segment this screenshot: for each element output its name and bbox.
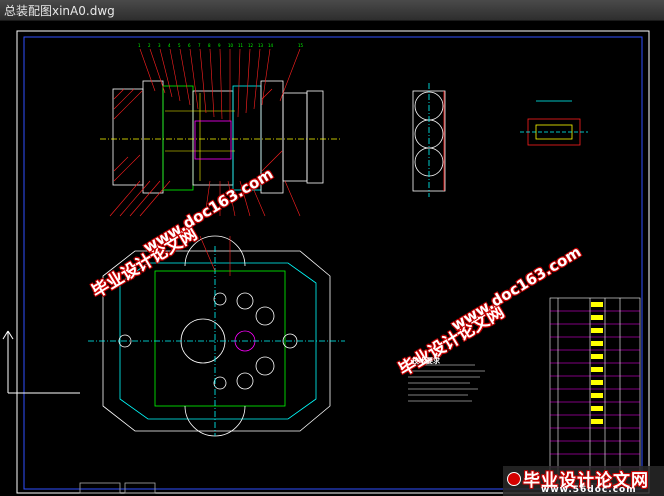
svg-text:15: 15 (298, 43, 304, 48)
svg-text:9: 9 (218, 43, 221, 48)
logo-url: www.56doc.com (541, 485, 637, 495)
logo-icon (507, 472, 521, 486)
drawing-canvas[interactable]: 1234 5678 9 10 11 12 13 14 15 毕业设计论文网 ww… (0, 21, 664, 496)
bottom-tabs (79, 482, 156, 494)
ucs-icon (2, 330, 80, 394)
svg-text:12: 12 (248, 43, 254, 48)
svg-text:10: 10 (228, 43, 234, 48)
svg-text:2: 2 (148, 43, 151, 48)
window-title: 总装配图xinA0.dwg (4, 4, 115, 18)
notes-title: 技术要求 (412, 357, 440, 365)
svg-text:5: 5 (178, 43, 181, 48)
part-view-2 (520, 100, 588, 146)
part-view-1 (412, 83, 446, 197)
svg-text:8: 8 (208, 43, 211, 48)
section-view: 1234 5678 9 10 11 12 13 14 15 (100, 43, 340, 217)
svg-text:7: 7 (198, 43, 201, 48)
svg-text:13: 13 (258, 43, 264, 48)
svg-text:14: 14 (268, 43, 274, 48)
svg-text:1: 1 (138, 43, 141, 48)
site-logo: 毕业设计论文网 www.56doc.com (503, 466, 664, 496)
parts-list-table (549, 297, 641, 485)
svg-text:3: 3 (158, 43, 161, 48)
svg-text:4: 4 (168, 43, 171, 48)
svg-text:11: 11 (238, 43, 244, 48)
title-bar: 总装配图xinA0.dwg (0, 0, 664, 21)
svg-text:6: 6 (188, 43, 191, 48)
